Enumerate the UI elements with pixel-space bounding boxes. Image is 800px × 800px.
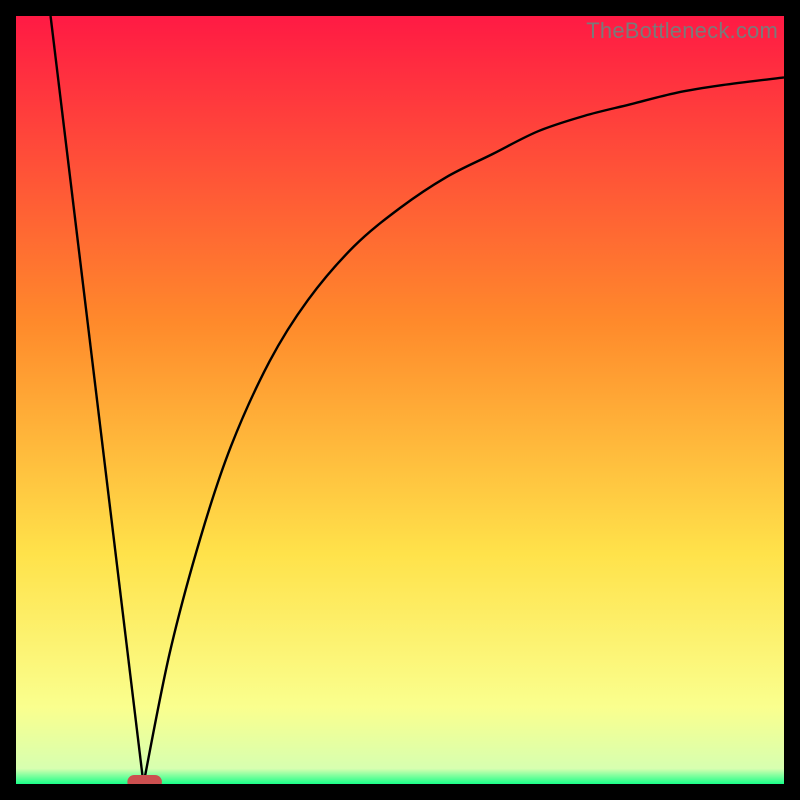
chart-frame: TheBottleneck.com <box>16 16 784 784</box>
optimum-marker <box>127 775 162 784</box>
heat-gradient-bg <box>16 16 784 784</box>
bottleneck-chart <box>16 16 784 784</box>
watermark-text: TheBottleneck.com <box>586 18 778 44</box>
